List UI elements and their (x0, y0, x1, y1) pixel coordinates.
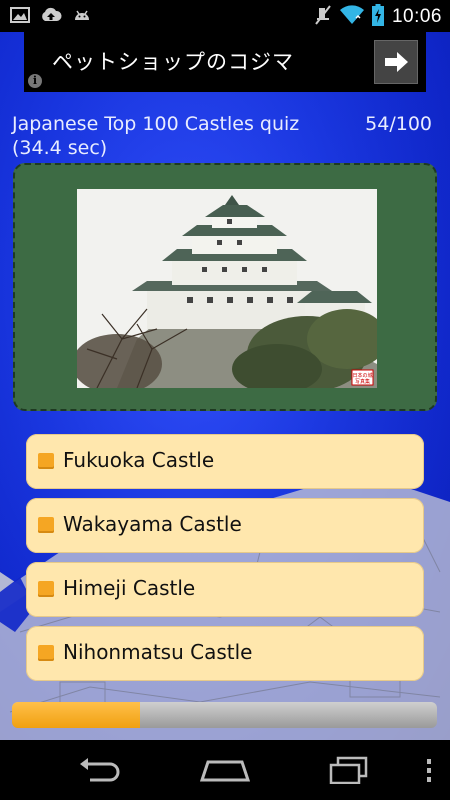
image-icon (10, 6, 30, 28)
navigation-bar (0, 740, 450, 800)
timer-progress-fill (12, 702, 140, 728)
photo-frame: 日本の城 写真集 (13, 163, 437, 411)
question-counter: 54/100 (365, 113, 432, 135)
photo-stamp-line-2: 写真集 (355, 378, 370, 385)
ad-arrow-button[interactable] (374, 40, 418, 84)
option-marker-icon (38, 645, 54, 661)
recent-apps-icon[interactable] (328, 756, 368, 788)
android-icon (72, 6, 92, 28)
quiz-screen: ペットショップのコジマ i Japanese Top 100 Castles q… (0, 32, 450, 740)
elapsed-time: (34.4 sec) (12, 137, 108, 159)
mute-icon (314, 4, 332, 30)
answer-options: Fukuoka Castle Wakayama Castle Himeji Ca… (26, 434, 424, 690)
option-button-4[interactable]: Nihonmatsu Castle (26, 626, 424, 681)
option-label: Fukuoka Castle (63, 448, 215, 472)
option-label: Nihonmatsu Castle (63, 640, 253, 664)
option-button-2[interactable]: Wakayama Castle (26, 498, 424, 553)
clock: 10:06 (391, 6, 442, 27)
castle-photo: 日本の城 写真集 (77, 189, 377, 388)
timer-progress-bar (12, 702, 437, 728)
ad-banner[interactable]: ペットショップのコジマ i (24, 32, 426, 92)
arrow-right-icon (375, 52, 417, 87)
battery-charging-icon (371, 4, 384, 30)
option-button-3[interactable]: Himeji Castle (26, 562, 424, 617)
quiz-title: Japanese Top 100 Castles quiz (12, 113, 300, 135)
status-bar: 10:06 (0, 0, 450, 32)
option-marker-icon (38, 517, 54, 533)
option-label: Himeji Castle (63, 576, 196, 600)
cloud-upload-icon (40, 6, 62, 28)
option-button-1[interactable]: Fukuoka Castle (26, 434, 424, 489)
back-icon[interactable] (78, 758, 122, 788)
ad-text[interactable]: ペットショップのコジマ (52, 46, 294, 76)
home-icon[interactable] (199, 760, 251, 786)
wifi-icon (339, 5, 364, 29)
option-marker-icon (38, 453, 54, 469)
option-label: Wakayama Castle (63, 512, 242, 536)
option-marker-icon (38, 581, 54, 597)
ad-info-icon[interactable]: i (28, 74, 42, 88)
photo-stamp-line-1: 日本の城 (352, 372, 372, 379)
quiz-header: Japanese Top 100 Castles quiz 54/100 (34… (12, 112, 432, 160)
menu-icon[interactable] (424, 758, 434, 788)
